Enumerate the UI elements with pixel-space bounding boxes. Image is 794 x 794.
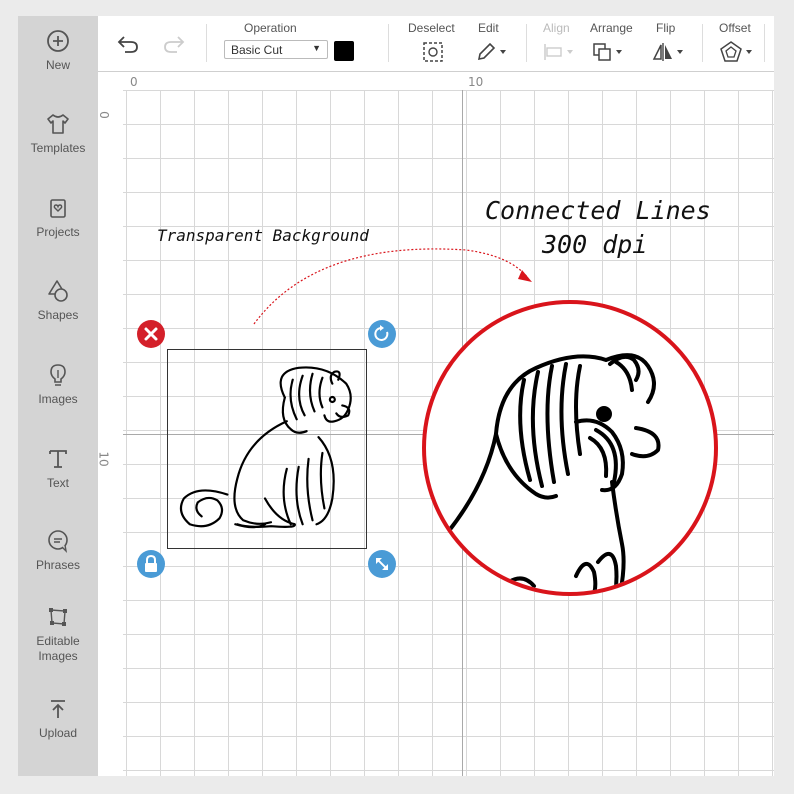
flip-label: Flip bbox=[656, 21, 676, 35]
sidebar-item-text[interactable]: Text bbox=[18, 446, 98, 491]
sidebar-item-upload[interactable]: Upload bbox=[18, 696, 98, 741]
text-t-icon bbox=[49, 450, 67, 468]
zoom-detail-circle bbox=[422, 300, 718, 596]
sidebar-item-label: New bbox=[45, 58, 70, 72]
deselect-label: Deselect bbox=[408, 21, 455, 35]
sidebar-item-label: Upload bbox=[38, 726, 78, 740]
rotate-icon bbox=[368, 320, 396, 348]
arrange-label: Arrange bbox=[590, 21, 633, 35]
color-swatch[interactable] bbox=[334, 41, 354, 61]
left-sidebar: New Templates Projects Shapes Images Tex… bbox=[18, 16, 98, 776]
sidebar-item-phrases[interactable]: Phrases bbox=[18, 528, 98, 573]
lock-icon bbox=[137, 550, 165, 578]
top-toolbar: Operation Basic Cut ▼ Deselect Edit Alig… bbox=[98, 16, 774, 72]
dog-closeup-image bbox=[446, 353, 661, 592]
sidebar-item-label: Text bbox=[46, 476, 69, 490]
redo-icon[interactable] bbox=[162, 34, 186, 54]
resize-handle[interactable] bbox=[368, 550, 396, 578]
sidebar-item-editable-images[interactable]: Editable Images bbox=[18, 604, 98, 664]
toolbar-divider bbox=[526, 24, 527, 62]
dpi-label: 300 dpi bbox=[542, 230, 648, 259]
shirt-icon bbox=[47, 114, 69, 134]
ruler-number: 0 bbox=[130, 75, 138, 89]
lightbulb-icon bbox=[50, 364, 66, 386]
sidebar-item-images[interactable]: Images bbox=[18, 362, 98, 407]
app-window: New Templates Projects Shapes Images Tex… bbox=[18, 16, 774, 776]
plus-circle-icon bbox=[47, 30, 69, 52]
sidebar-item-new[interactable]: New bbox=[18, 28, 98, 73]
toolbar-divider bbox=[702, 24, 703, 62]
arrange-icon[interactable] bbox=[592, 42, 626, 62]
pencil-icon[interactable] bbox=[476, 42, 508, 62]
operation-select[interactable]: Basic Cut ▼ bbox=[224, 40, 328, 59]
close-icon bbox=[137, 320, 165, 348]
delete-handle[interactable] bbox=[137, 320, 165, 348]
toolbar-divider bbox=[206, 24, 207, 62]
connected-lines-label: Connected Lines bbox=[485, 196, 711, 225]
edit-label: Edit bbox=[478, 21, 499, 35]
sidebar-item-label: Editable Images bbox=[36, 634, 80, 663]
ruler-number: 10 bbox=[468, 75, 484, 89]
offset-label: Offset bbox=[719, 21, 751, 35]
sidebar-item-label: Images bbox=[38, 392, 78, 406]
sidebar-item-label: Projects bbox=[36, 225, 80, 239]
horizontal-ruler: 0 10 bbox=[98, 72, 774, 91]
sidebar-item-label: Phrases bbox=[35, 558, 81, 572]
flip-icon[interactable] bbox=[652, 41, 686, 63]
resize-arrows-icon bbox=[368, 550, 396, 578]
ruler-number: 0 bbox=[96, 111, 111, 119]
speech-bubble-icon bbox=[48, 530, 68, 554]
upload-icon bbox=[51, 700, 65, 718]
sidebar-item-label: Templates bbox=[30, 141, 86, 155]
dog-line-art-image bbox=[179, 366, 352, 529]
toolbar-divider bbox=[764, 24, 765, 62]
sidebar-item-label: Shapes bbox=[37, 308, 79, 322]
sidebar-item-shapes[interactable]: Shapes bbox=[18, 278, 98, 323]
editable-image-icon bbox=[49, 608, 67, 626]
lock-handle[interactable] bbox=[137, 550, 165, 578]
ruler-number: 10 bbox=[96, 451, 111, 467]
undo-icon[interactable] bbox=[116, 34, 140, 54]
sidebar-item-projects[interactable]: Projects bbox=[18, 195, 98, 240]
selected-image-bounding-box[interactable] bbox=[167, 349, 367, 549]
sidebar-item-templates[interactable]: Templates bbox=[18, 111, 98, 156]
rotate-handle[interactable] bbox=[368, 320, 396, 348]
operation-label: Operation bbox=[244, 21, 297, 35]
operation-value: Basic Cut bbox=[231, 43, 283, 57]
toolbar-divider bbox=[388, 24, 389, 62]
align-icon[interactable] bbox=[542, 42, 576, 62]
vertical-ruler: 0 10 bbox=[96, 90, 123, 776]
offset-icon[interactable] bbox=[720, 41, 756, 63]
heart-clipboard-icon bbox=[50, 199, 66, 218]
chevron-down-icon: ▼ bbox=[312, 43, 321, 53]
align-label: Align bbox=[543, 21, 570, 35]
deselect-icon[interactable] bbox=[422, 41, 444, 63]
shapes-icon bbox=[48, 280, 68, 302]
